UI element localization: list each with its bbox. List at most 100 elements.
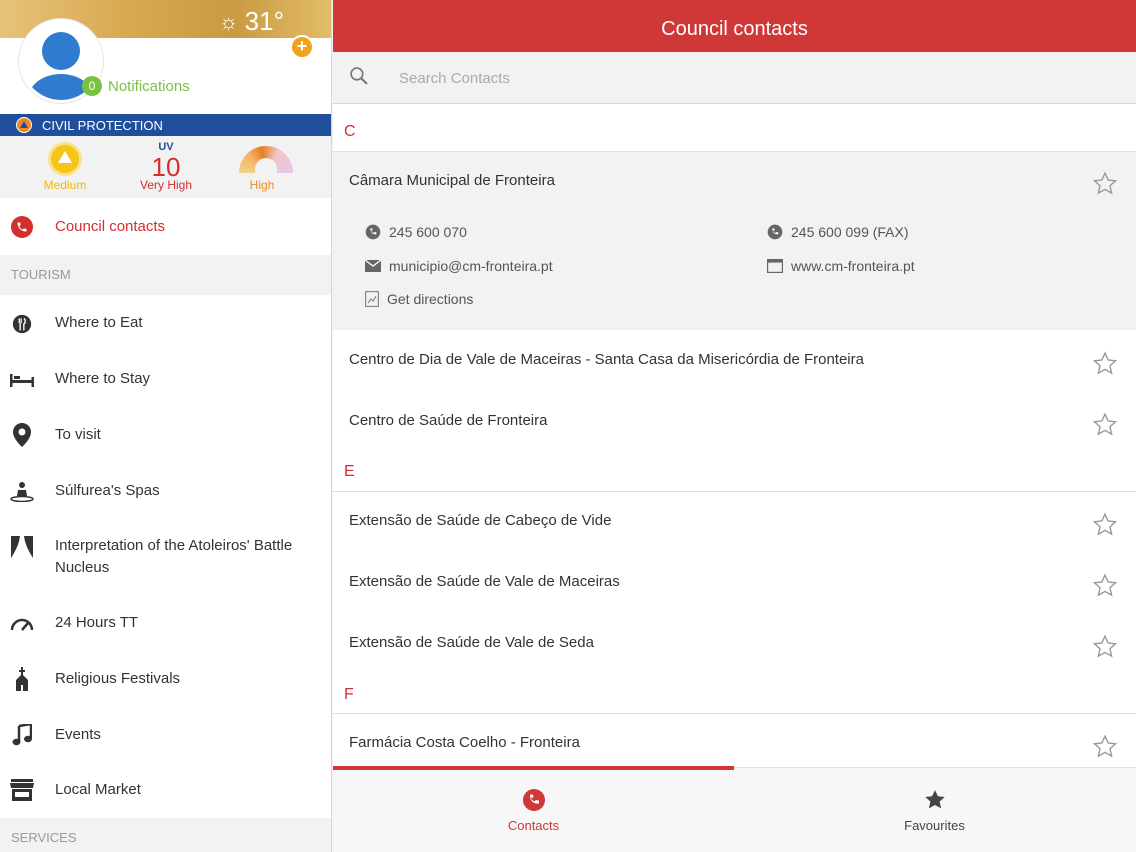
- contact-name: Centro de Dia de Vale de Maceiras - Sant…: [349, 351, 864, 368]
- restaurant-icon: [10, 312, 34, 336]
- contact-row-expanded[interactable]: Câmara Municipal de Fronteira 245 600 07…: [333, 152, 1136, 330]
- sidebar-item-label: Council contacts: [55, 218, 166, 235]
- sidebar-item-label: 24 Hours TT: [55, 614, 139, 631]
- get-directions-text: Get directions: [387, 291, 474, 307]
- contact-name: Extensão de Saúde de Cabeço de Vide: [349, 512, 612, 529]
- contact-name: Centro de Saúde de Fronteira: [349, 412, 548, 429]
- sidebar-item-to-visit[interactable]: To visit: [0, 407, 331, 462]
- contact-name: Câmara Municipal de Fronteira: [349, 172, 555, 189]
- sidebar-item-label: To visit: [55, 426, 101, 443]
- heat-indicator[interactable]: High: [217, 136, 307, 198]
- notifications-count-badge: 0: [82, 76, 102, 96]
- civil-protection-bar: CIVIL PROTECTION: [0, 114, 331, 136]
- favourite-star-icon[interactable]: [1092, 351, 1118, 377]
- heat-label: High: [249, 178, 275, 192]
- sidebar-item-label: Interpretation of the Atoleiros' Battle …: [55, 537, 293, 576]
- tourism-section-header: TOURISM: [0, 255, 331, 295]
- contact-email[interactable]: municipio@cm-fronteira.pt: [365, 258, 553, 274]
- contact-fax-text: 245 600 099 (FAX): [791, 224, 909, 240]
- sidebar-item-24-hours-tt[interactable]: 24 Hours TT: [0, 595, 331, 651]
- contact-name: Farmácia Costa Coelho - Fronteira: [349, 734, 580, 751]
- sun-icon: ☼: [218, 8, 239, 34]
- phone-icon: [10, 215, 34, 239]
- sidebar-item-religious-festivals[interactable]: Religious Festivals: [0, 651, 331, 707]
- browser-window-icon: [767, 259, 783, 273]
- get-directions-link[interactable]: Get directions: [365, 291, 473, 307]
- temperature: 31°: [244, 6, 284, 36]
- fax-icon: [767, 224, 783, 240]
- church-icon: [10, 667, 34, 691]
- favourite-star-icon[interactable]: [1092, 573, 1118, 599]
- risk-indicators: Medium UV 10 Very High High: [0, 136, 331, 198]
- notifications-link[interactable]: 0 Notifications: [82, 76, 190, 96]
- phone-icon: [523, 789, 545, 811]
- tab-label: Favourites: [904, 818, 965, 833]
- market-stall-icon: [10, 778, 34, 802]
- tab-favourites[interactable]: Favourites: [734, 768, 1135, 852]
- section-header-f: F: [333, 675, 1136, 714]
- tab-label: Contacts: [507, 818, 560, 833]
- sidebar-item-label: Where to Stay: [55, 370, 151, 387]
- sidebar-item-label: Religious Festivals: [55, 670, 181, 687]
- favourite-star-icon[interactable]: [1092, 412, 1118, 438]
- favourite-star-icon[interactable]: [1092, 171, 1118, 197]
- theater-curtain-icon: [10, 535, 34, 559]
- heat-gauge-icon: [239, 146, 293, 173]
- bed-icon: [10, 368, 34, 392]
- notifications-label: Notifications: [108, 77, 190, 95]
- contact-email-text: municipio@cm-fronteira.pt: [389, 258, 553, 274]
- sidebar: ☼ 31° + 0 Notifications CIVIL PROTECTION…: [0, 0, 332, 852]
- contact-phone[interactable]: 245 600 070: [365, 224, 467, 240]
- contact-fax[interactable]: 245 600 099 (FAX): [767, 224, 909, 240]
- main-panel: Council contacts C Câmara Municipal de F…: [333, 0, 1136, 852]
- contact-website-text: www.cm-fronteira.pt: [791, 258, 915, 274]
- contact-row[interactable]: Extensão de Saúde de Cabeço de Vide: [333, 492, 1136, 553]
- weather-widget[interactable]: ☼ 31°: [219, 6, 285, 37]
- uv-index-indicator[interactable]: UV 10 Very High: [121, 136, 211, 198]
- page-title: Council contacts: [333, 0, 1136, 52]
- contact-row[interactable]: Farmácia Costa Coelho - Fronteira: [333, 714, 1136, 767]
- civil-protection-icon: [16, 117, 32, 133]
- sidebar-item-label: Where to Eat: [55, 314, 143, 331]
- sidebar-item-council-contacts[interactable]: Council contacts: [0, 198, 331, 255]
- avatar-head: [42, 32, 80, 70]
- contact-row[interactable]: Centro de Dia de Vale de Maceiras - Sant…: [333, 330, 1136, 391]
- sidebar-item-label: Events: [55, 726, 101, 743]
- contact-name: Extensão de Saúde de Vale de Maceiras: [349, 573, 620, 590]
- sidebar-item-sulfurea-spas[interactable]: Súlfurea's Spas: [0, 462, 331, 518]
- uv-label: Very High: [139, 178, 193, 192]
- sidebar-item-local-market[interactable]: Local Market: [0, 762, 331, 818]
- contact-phone-text: 245 600 070: [389, 224, 467, 240]
- search-icon[interactable]: [349, 66, 369, 86]
- favourite-star-icon[interactable]: [1092, 634, 1118, 660]
- directions-map-icon: [365, 291, 379, 307]
- search-bar: [333, 52, 1136, 104]
- speedometer-icon: [10, 612, 34, 636]
- favourite-star-icon[interactable]: [1092, 734, 1118, 760]
- contact-row[interactable]: Extensão de Saúde de Vale de Seda: [333, 614, 1136, 675]
- search-input[interactable]: [399, 66, 999, 90]
- sidebar-item-events[interactable]: Events: [0, 707, 331, 762]
- fire-risk-indicator[interactable]: Medium: [20, 136, 110, 198]
- sidebar-item-label: Súlfurea's Spas: [55, 482, 160, 499]
- sidebar-item-where-to-stay[interactable]: Where to Stay: [0, 351, 331, 407]
- services-section-header: SERVICES: [0, 818, 331, 852]
- sidebar-item-atoleiros-battle[interactable]: Interpretation of the Atoleiros' Battle …: [0, 518, 331, 595]
- star-icon: [925, 790, 945, 809]
- add-photo-button[interactable]: +: [290, 35, 314, 59]
- spa-icon: [10, 479, 34, 503]
- section-header-e: E: [333, 452, 1136, 492]
- contact-name: Extensão de Saúde de Vale de Seda: [349, 634, 594, 651]
- location-pin-icon: [10, 423, 34, 447]
- music-note-icon: [10, 723, 34, 747]
- contact-row[interactable]: Extensão de Saúde de Vale de Maceiras: [333, 553, 1136, 614]
- favourite-star-icon[interactable]: [1092, 512, 1118, 538]
- section-header-c: C: [333, 104, 1136, 152]
- tab-contacts[interactable]: Contacts: [333, 768, 734, 852]
- envelope-icon: [365, 260, 381, 272]
- bottom-tab-bar: Contacts Favourites: [333, 766, 1136, 852]
- sidebar-item-where-to-eat[interactable]: Where to Eat: [0, 295, 331, 351]
- phone-icon: [365, 224, 381, 240]
- contact-row[interactable]: Centro de Saúde de Fronteira: [333, 391, 1136, 452]
- contact-website[interactable]: www.cm-fronteira.pt: [767, 258, 915, 274]
